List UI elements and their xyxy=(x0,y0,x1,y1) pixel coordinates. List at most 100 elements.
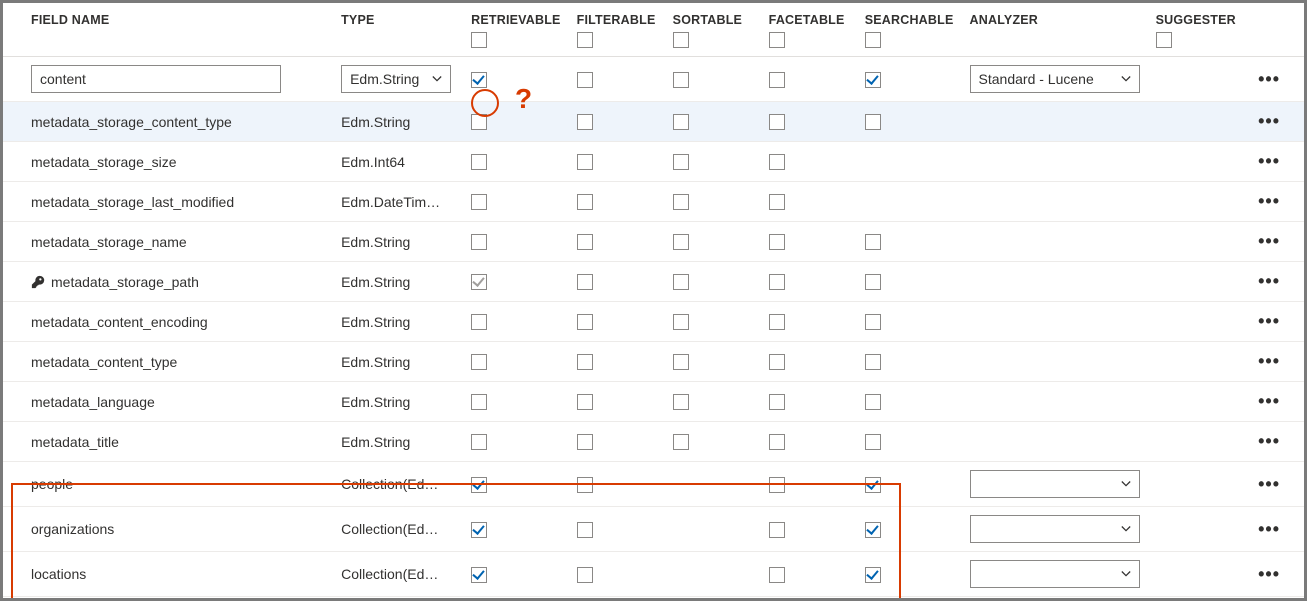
row-more-button[interactable]: ••• xyxy=(1258,271,1280,291)
table-row: metadata_storage_content_typeEdm.String•… xyxy=(3,102,1304,142)
retrievable-checkbox[interactable] xyxy=(471,314,487,330)
retrievable-checkbox[interactable] xyxy=(471,354,487,370)
sortable-checkbox[interactable] xyxy=(673,354,689,370)
facetable-checkbox[interactable] xyxy=(769,72,785,88)
chevron-down-icon xyxy=(1121,479,1131,489)
selectall-facetable-checkbox[interactable] xyxy=(769,32,785,48)
selectall-searchable-checkbox[interactable] xyxy=(865,32,881,48)
selectall-retrievable-checkbox[interactable] xyxy=(471,32,487,48)
key-icon xyxy=(31,275,45,289)
searchable-checkbox[interactable] xyxy=(865,274,881,290)
facetable-checkbox[interactable] xyxy=(769,477,785,493)
type-select[interactable]: Edm.String xyxy=(341,65,451,93)
selectall-sortable-checkbox[interactable] xyxy=(673,32,689,48)
facetable-checkbox[interactable] xyxy=(769,567,785,583)
header-analyzer: ANALYZER xyxy=(962,3,1148,31)
field-name-input[interactable] xyxy=(31,65,281,93)
row-more-button[interactable]: ••• xyxy=(1258,564,1280,584)
sortable-checkbox[interactable] xyxy=(673,394,689,410)
facetable-checkbox[interactable] xyxy=(769,194,785,210)
analyzer-select[interactable] xyxy=(970,470,1140,498)
facetable-checkbox[interactable] xyxy=(769,234,785,250)
facetable-checkbox[interactable] xyxy=(769,522,785,538)
row-more-button[interactable]: ••• xyxy=(1258,231,1280,251)
filterable-checkbox[interactable] xyxy=(577,477,593,493)
filterable-checkbox[interactable] xyxy=(577,234,593,250)
searchable-checkbox[interactable] xyxy=(865,522,881,538)
facetable-checkbox[interactable] xyxy=(769,314,785,330)
table-header-selectall-row xyxy=(3,31,1304,57)
row-more-button[interactable]: ••• xyxy=(1258,474,1280,494)
facetable-checkbox[interactable] xyxy=(769,154,785,170)
row-more-button[interactable]: ••• xyxy=(1258,391,1280,411)
row-more-button[interactable]: ••• xyxy=(1258,69,1280,89)
analyzer-select[interactable] xyxy=(970,515,1140,543)
searchable-checkbox[interactable] xyxy=(865,394,881,410)
type-label: Edm.String xyxy=(333,342,463,382)
chevron-down-icon xyxy=(1121,524,1131,534)
filterable-checkbox[interactable] xyxy=(577,522,593,538)
retrievable-checkbox[interactable] xyxy=(471,194,487,210)
table-row: peopleCollection(Ed…••• xyxy=(3,462,1304,507)
row-more-button[interactable]: ••• xyxy=(1258,431,1280,451)
retrievable-checkbox[interactable] xyxy=(471,274,487,290)
sortable-checkbox[interactable] xyxy=(673,114,689,130)
sortable-checkbox[interactable] xyxy=(673,234,689,250)
searchable-checkbox[interactable] xyxy=(865,567,881,583)
filterable-checkbox[interactable] xyxy=(577,394,593,410)
retrievable-checkbox[interactable] xyxy=(471,72,487,88)
retrievable-checkbox[interactable] xyxy=(471,394,487,410)
retrievable-checkbox[interactable] xyxy=(471,154,487,170)
row-more-button[interactable]: ••• xyxy=(1258,311,1280,331)
filterable-checkbox[interactable] xyxy=(577,114,593,130)
retrievable-checkbox[interactable] xyxy=(471,114,487,130)
retrievable-checkbox[interactable] xyxy=(471,234,487,250)
filterable-checkbox[interactable] xyxy=(577,434,593,450)
filterable-checkbox[interactable] xyxy=(577,354,593,370)
row-more-button[interactable]: ••• xyxy=(1258,191,1280,211)
retrievable-checkbox[interactable] xyxy=(471,522,487,538)
filterable-checkbox[interactable] xyxy=(577,154,593,170)
filterable-checkbox[interactable] xyxy=(577,72,593,88)
analyzer-select[interactable] xyxy=(970,560,1140,588)
searchable-checkbox[interactable] xyxy=(865,314,881,330)
retrievable-checkbox[interactable] xyxy=(471,434,487,450)
sortable-checkbox[interactable] xyxy=(673,274,689,290)
retrievable-checkbox[interactable] xyxy=(471,477,487,493)
filterable-checkbox[interactable] xyxy=(577,314,593,330)
table-row: metadata_titleEdm.String ••• xyxy=(3,422,1304,462)
analyzer-select[interactable]: Standard - Lucene xyxy=(970,65,1140,93)
selectall-suggester-checkbox[interactable] xyxy=(1156,32,1172,48)
searchable-checkbox[interactable] xyxy=(865,434,881,450)
searchable-checkbox[interactable] xyxy=(865,354,881,370)
sortable-checkbox[interactable] xyxy=(673,194,689,210)
row-more-button[interactable]: ••• xyxy=(1258,111,1280,131)
searchable-checkbox[interactable] xyxy=(865,477,881,493)
type-label: Edm.String xyxy=(333,422,463,462)
facetable-checkbox[interactable] xyxy=(769,394,785,410)
searchable-checkbox[interactable] xyxy=(865,114,881,130)
filterable-checkbox[interactable] xyxy=(577,567,593,583)
filterable-checkbox[interactable] xyxy=(577,194,593,210)
row-more-button[interactable]: ••• xyxy=(1258,151,1280,171)
row-more-button[interactable]: ••• xyxy=(1258,519,1280,539)
filterable-checkbox[interactable] xyxy=(577,274,593,290)
facetable-checkbox[interactable] xyxy=(769,114,785,130)
facetable-checkbox[interactable] xyxy=(769,354,785,370)
selectall-filterable-checkbox[interactable] xyxy=(577,32,593,48)
searchable-checkbox[interactable] xyxy=(865,72,881,88)
sortable-checkbox[interactable] xyxy=(673,314,689,330)
fields-table: FIELD NAME TYPE RETRIEVABLE FILTERABLE S… xyxy=(3,3,1304,597)
searchable-checkbox[interactable] xyxy=(865,234,881,250)
row-more-button[interactable]: ••• xyxy=(1258,351,1280,371)
facetable-checkbox[interactable] xyxy=(769,274,785,290)
sortable-checkbox[interactable] xyxy=(673,434,689,450)
sortable-checkbox[interactable] xyxy=(673,72,689,88)
retrievable-checkbox[interactable] xyxy=(471,567,487,583)
field-name-label: metadata_storage_path xyxy=(3,262,333,302)
field-name-label: organizations xyxy=(3,507,333,552)
facetable-checkbox[interactable] xyxy=(769,434,785,450)
sortable-checkbox[interactable] xyxy=(673,154,689,170)
field-name-label: metadata_title xyxy=(3,422,333,462)
table-row: metadata_storage_pathEdm.String••• xyxy=(3,262,1304,302)
